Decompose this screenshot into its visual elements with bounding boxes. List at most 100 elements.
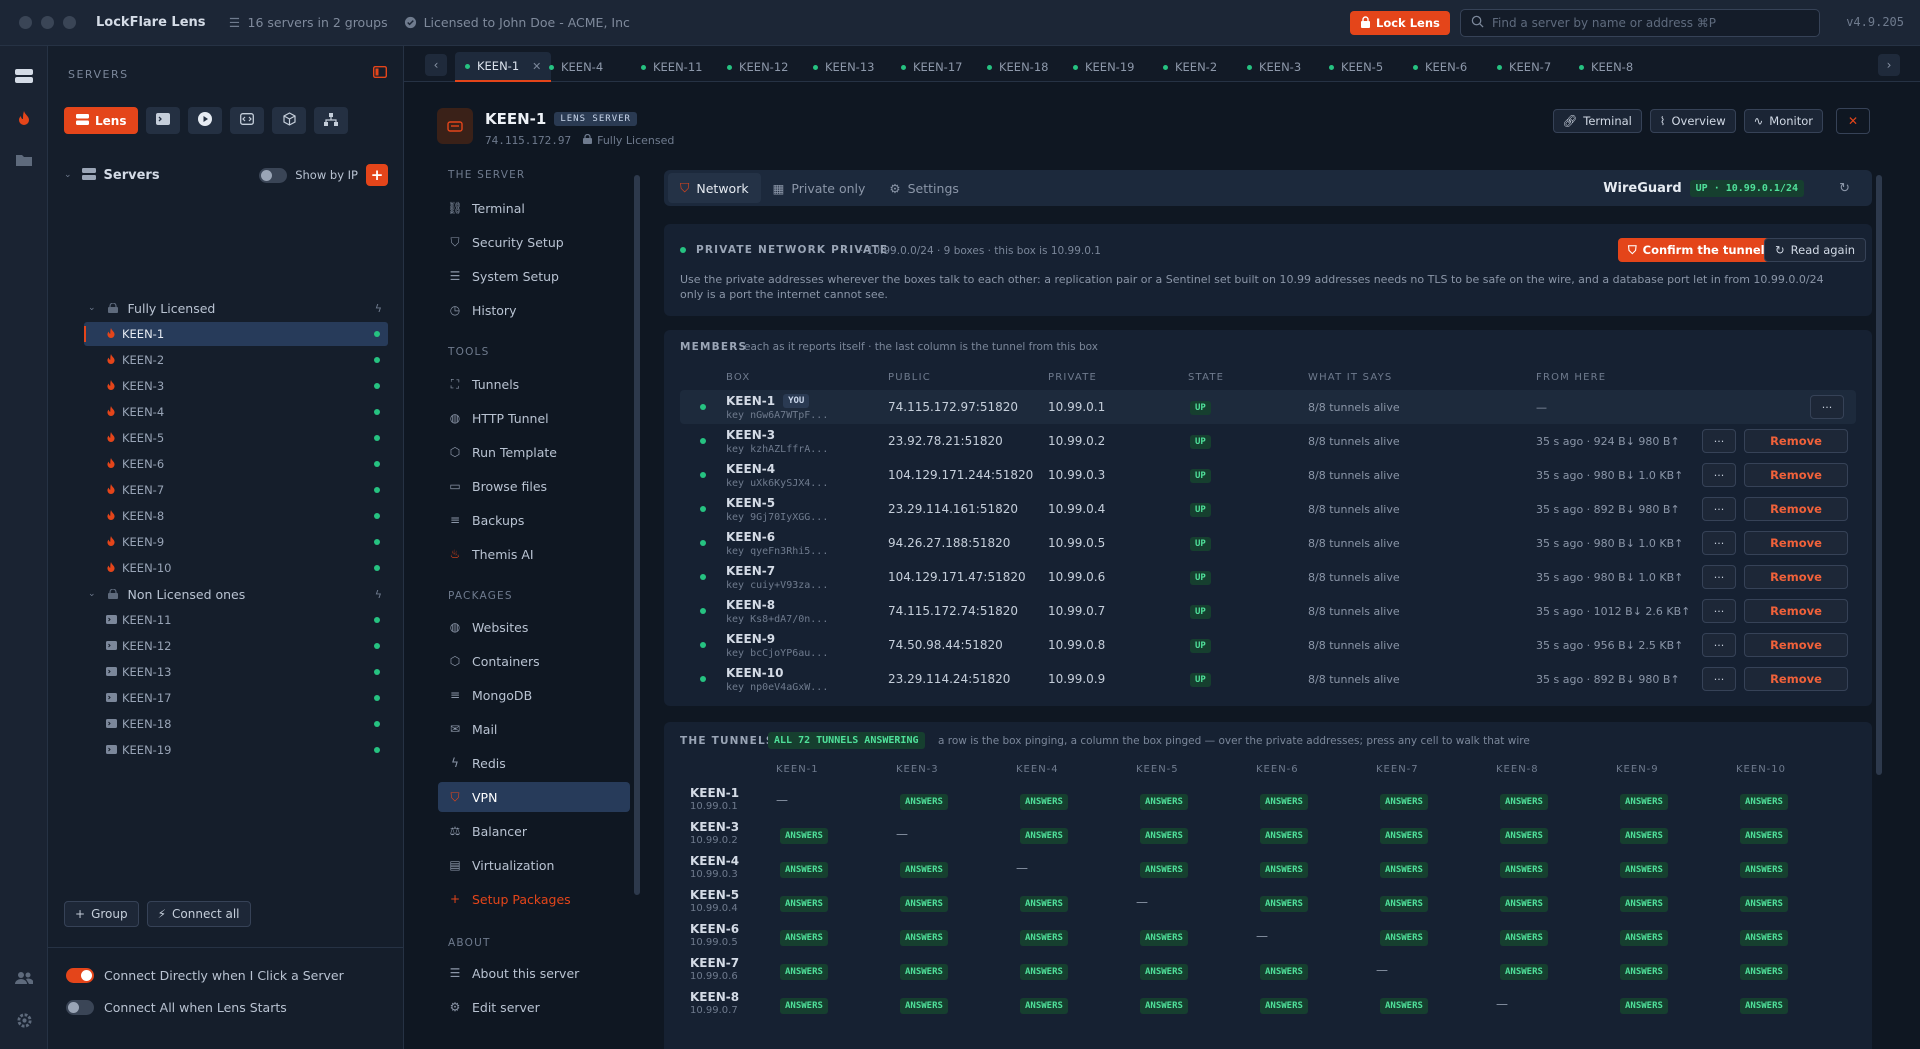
matrix-answer-cell[interactable]: ANSWERS bbox=[1500, 964, 1548, 980]
servers-nav-icon[interactable] bbox=[12, 64, 36, 88]
matrix-answer-cell[interactable]: ANSWERS bbox=[780, 998, 828, 1014]
remove-button[interactable]: Remove bbox=[1744, 633, 1848, 657]
sidebar-server-item[interactable]: KEEN-6 bbox=[84, 452, 388, 476]
menu-virtualization[interactable]: ▤ Virtualization bbox=[438, 850, 630, 880]
connect-all-button[interactable]: ⚡ Connect all bbox=[146, 901, 251, 927]
tab-code[interactable] bbox=[230, 107, 265, 134]
sidebar-server-item[interactable]: KEEN-13 bbox=[84, 660, 388, 684]
tab-topology[interactable] bbox=[314, 107, 349, 134]
menu-tunnels[interactable]: ⛶ Tunnels bbox=[438, 369, 630, 399]
matrix-answer-cell[interactable]: ANSWERS bbox=[900, 862, 948, 878]
tab-server[interactable]: KEEN-11 bbox=[641, 52, 702, 82]
menu-themis-ai[interactable]: ♨ Themis AI bbox=[438, 539, 630, 569]
connect-all-on-start-toggle[interactable] bbox=[66, 1000, 94, 1015]
menu-redis[interactable]: ϟ Redis bbox=[438, 748, 630, 778]
tabs-next-button[interactable]: › bbox=[1878, 54, 1900, 76]
matrix-answer-cell[interactable]: ANSWERS bbox=[1380, 930, 1428, 946]
matrix-answer-cell[interactable]: ANSWERS bbox=[1620, 794, 1668, 810]
open-terminal-button[interactable]: 🔗︎ Terminal bbox=[1552, 109, 1642, 133]
menu-http-tunnel[interactable]: ◍ HTTP Tunnel bbox=[438, 403, 630, 433]
sidebar-server-item[interactable]: KEEN-8 bbox=[84, 504, 388, 528]
matrix-answer-cell[interactable]: ANSWERS bbox=[900, 964, 948, 980]
menu-browse-files[interactable]: ▭ Browse files bbox=[438, 471, 630, 501]
menu-run-template[interactable]: ⬡ Run Template bbox=[438, 437, 630, 467]
more-button[interactable]: ··· bbox=[1702, 429, 1736, 453]
minimize-window-button[interactable] bbox=[41, 16, 54, 29]
server-group[interactable]: ⌄ Fully Licensed ϟ bbox=[88, 296, 388, 320]
tab-server[interactable]: KEEN-3 bbox=[1247, 52, 1301, 82]
bolt-icon[interactable]: ϟ bbox=[375, 302, 382, 315]
remove-button[interactable]: Remove bbox=[1744, 565, 1848, 589]
matrix-answer-cell[interactable]: ANSWERS bbox=[1620, 930, 1668, 946]
gear-icon[interactable] bbox=[12, 1008, 36, 1032]
tab-server[interactable]: KEEN-4 bbox=[549, 52, 603, 82]
tab-package[interactable] bbox=[272, 107, 307, 134]
menu-system-setup[interactable]: ☰ System Setup bbox=[438, 261, 630, 291]
flame-nav-icon[interactable] bbox=[12, 106, 36, 130]
menu-terminal[interactable]: ⛓ Terminal bbox=[438, 193, 630, 223]
matrix-answer-cell[interactable]: ANSWERS bbox=[1020, 930, 1068, 946]
more-button[interactable]: ··· bbox=[1702, 531, 1736, 555]
window-controls[interactable] bbox=[19, 16, 76, 29]
sidebar-server-item[interactable]: KEEN-18 bbox=[84, 712, 388, 736]
sidebar-server-item[interactable]: KEEN-7 bbox=[84, 478, 388, 502]
tab-server[interactable]: KEEN-13 bbox=[813, 52, 874, 82]
sidebar-server-item[interactable]: KEEN-1 bbox=[84, 322, 388, 346]
more-button[interactable]: ··· bbox=[1702, 667, 1736, 691]
sidebar-server-item[interactable]: KEEN-12 bbox=[84, 634, 388, 658]
matrix-answer-cell[interactable]: ANSWERS bbox=[1740, 862, 1788, 878]
matrix-answer-cell[interactable]: ANSWERS bbox=[1740, 794, 1788, 810]
matrix-answer-cell[interactable]: ANSWERS bbox=[1260, 828, 1308, 844]
menu-edit-server[interactable]: ⚙ Edit server bbox=[438, 992, 630, 1022]
tabs-prev-button[interactable]: ‹ bbox=[425, 54, 447, 76]
menu-vpn[interactable]: ⛉ VPN bbox=[438, 782, 630, 812]
matrix-answer-cell[interactable]: ANSWERS bbox=[1020, 794, 1068, 810]
add-group-button[interactable]: + Group bbox=[64, 901, 139, 927]
sidebar-server-item[interactable]: KEEN-10 bbox=[84, 556, 388, 580]
sidebar-server-item[interactable]: KEEN-4 bbox=[84, 400, 388, 424]
refresh-icon[interactable]: ↻ bbox=[1839, 181, 1850, 196]
more-button[interactable]: ··· bbox=[1702, 599, 1736, 623]
tab-server[interactable]: KEEN-7 bbox=[1497, 52, 1551, 82]
folder-nav-icon[interactable] bbox=[12, 148, 36, 172]
connect-directly-toggle[interactable] bbox=[66, 968, 94, 983]
matrix-answer-cell[interactable]: ANSWERS bbox=[1140, 964, 1188, 980]
menu-scrollbar[interactable] bbox=[634, 175, 640, 895]
matrix-answer-cell[interactable]: ANSWERS bbox=[900, 896, 948, 912]
zoom-window-button[interactable] bbox=[63, 16, 76, 29]
lock-lens-button[interactable]: Lock Lens bbox=[1350, 11, 1450, 35]
subtab-private-only[interactable]: ▦ Private only bbox=[761, 173, 878, 203]
matrix-answer-cell[interactable]: ANSWERS bbox=[780, 896, 828, 912]
matrix-answer-cell[interactable]: ANSWERS bbox=[1380, 794, 1428, 810]
remove-button[interactable]: Remove bbox=[1744, 429, 1848, 453]
collapse-sidebar-icon[interactable] bbox=[372, 65, 388, 81]
matrix-answer-cell[interactable]: ANSWERS bbox=[1140, 828, 1188, 844]
sidebar-server-item[interactable]: KEEN-11 bbox=[84, 608, 388, 632]
matrix-answer-cell[interactable]: ANSWERS bbox=[1260, 998, 1308, 1014]
matrix-answer-cell[interactable]: ANSWERS bbox=[1140, 930, 1188, 946]
matrix-answer-cell[interactable]: ANSWERS bbox=[1620, 896, 1668, 912]
sidebar-server-item[interactable]: KEEN-3 bbox=[84, 374, 388, 398]
chevron-down-icon[interactable]: ⌄ bbox=[88, 589, 96, 599]
matrix-answer-cell[interactable]: ANSWERS bbox=[1380, 862, 1428, 878]
close-window-button[interactable] bbox=[19, 16, 32, 29]
more-button[interactable]: ··· bbox=[1702, 633, 1736, 657]
matrix-answer-cell[interactable]: ANSWERS bbox=[1140, 794, 1188, 810]
matrix-answer-cell[interactable]: ANSWERS bbox=[1500, 828, 1548, 844]
show-by-ip-toggle[interactable] bbox=[259, 167, 288, 183]
remove-button[interactable]: Remove bbox=[1744, 497, 1848, 521]
tab-server[interactable]: KEEN-12 bbox=[727, 52, 788, 82]
menu-containers[interactable]: ⬡ Containers bbox=[438, 646, 630, 676]
server-group[interactable]: ⌄ Non Licensed ones ϟ bbox=[88, 582, 388, 606]
menu-history[interactable]: ◷ History bbox=[438, 295, 630, 325]
matrix-answer-cell[interactable]: ANSWERS bbox=[1140, 862, 1188, 878]
chevron-down-icon[interactable]: ⌄ bbox=[64, 170, 72, 180]
remove-button[interactable]: Remove bbox=[1744, 599, 1848, 623]
menu-backups[interactable]: ≡ Backups bbox=[438, 505, 630, 535]
tab-server[interactable]: KEEN-6 bbox=[1413, 52, 1467, 82]
matrix-answer-cell[interactable]: ANSWERS bbox=[1260, 862, 1308, 878]
menu-balancer[interactable]: ⚖ Balancer bbox=[438, 816, 630, 846]
matrix-answer-cell[interactable]: ANSWERS bbox=[1620, 998, 1668, 1014]
tab-server[interactable]: KEEN-17 bbox=[901, 52, 962, 82]
tab-server[interactable]: KEEN-5 bbox=[1329, 52, 1383, 82]
